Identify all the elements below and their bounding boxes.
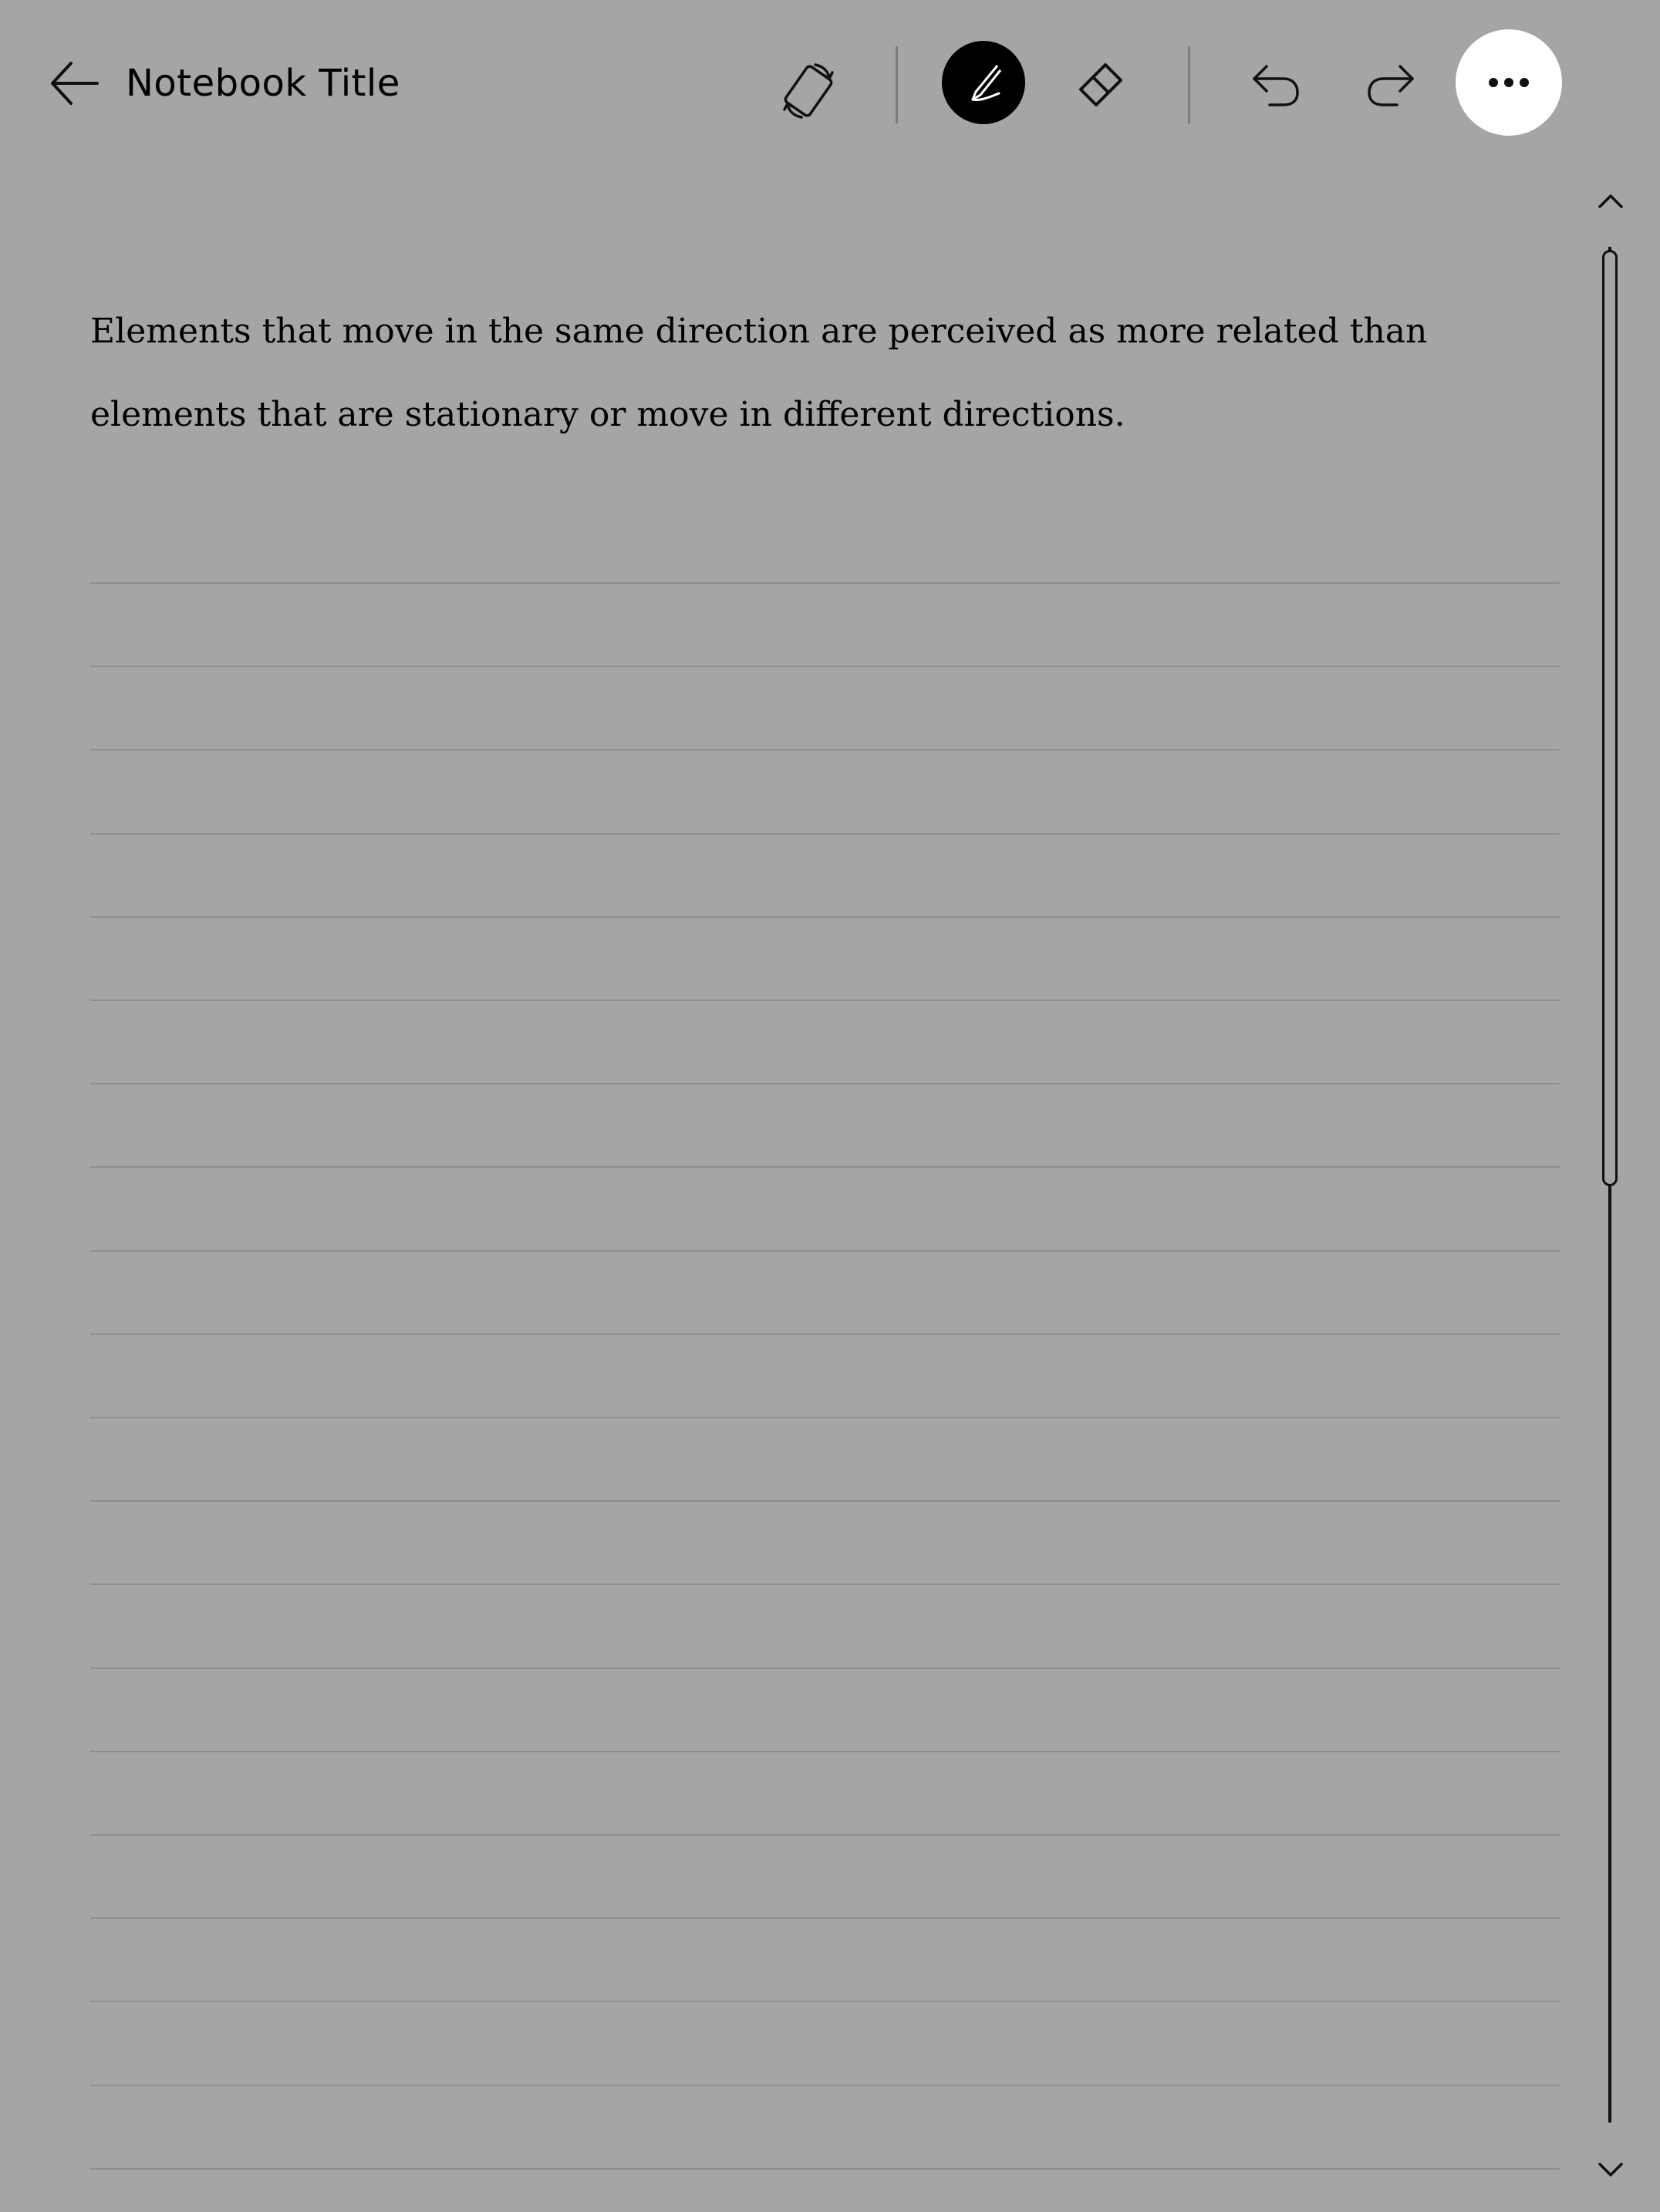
scrollbar-thumb[interactable] xyxy=(1602,250,1618,1186)
ruled-line xyxy=(90,1500,1560,1502)
ruled-line xyxy=(90,582,1560,584)
ruled-line xyxy=(90,2168,1560,2170)
undo-button[interactable] xyxy=(1250,62,1302,110)
ruled-line xyxy=(90,749,1560,750)
ruled-line xyxy=(90,1250,1560,1252)
rotate-icon xyxy=(783,63,834,119)
ruled-line xyxy=(90,1834,1560,1836)
more-options-button[interactable] xyxy=(1456,29,1562,136)
page-text: Elements that move in the same direction… xyxy=(90,312,1428,434)
ruled-line xyxy=(90,916,1560,918)
ruled-line xyxy=(90,833,1560,835)
redo-icon xyxy=(1368,65,1414,106)
ruled-line xyxy=(90,2001,1560,2002)
top-toolbar: Notebook Title xyxy=(0,0,1660,170)
ruled-line xyxy=(90,1917,1560,1919)
back-button[interactable] xyxy=(46,56,102,111)
pen-icon xyxy=(971,65,1002,101)
ruled-line xyxy=(90,1751,1560,1752)
toolbar-divider xyxy=(896,46,898,123)
redo-button[interactable] xyxy=(1365,62,1417,110)
notebook-title: Notebook Title xyxy=(126,62,400,105)
rotate-screen-button[interactable] xyxy=(777,59,840,122)
undo-icon xyxy=(1253,65,1299,106)
ruled-line xyxy=(90,1000,1560,1001)
scroll-up-icon[interactable] xyxy=(1595,188,1626,213)
ruled-line xyxy=(90,1667,1560,1669)
more-icon xyxy=(1489,78,1529,87)
toolbar-divider xyxy=(1188,46,1190,123)
scroll-down-icon[interactable] xyxy=(1595,2158,1626,2183)
eraser-icon xyxy=(1079,63,1122,106)
eraser-tool-button[interactable] xyxy=(1075,60,1125,111)
ruled-line xyxy=(90,1166,1560,1168)
ruled-line xyxy=(90,1417,1560,1418)
ruled-line xyxy=(90,2085,1560,2086)
pen-tool-button[interactable] xyxy=(942,41,1025,124)
back-arrow-icon xyxy=(51,62,99,105)
ruled-line xyxy=(90,1583,1560,1585)
ruled-line xyxy=(90,666,1560,667)
ruled-line xyxy=(90,1083,1560,1084)
ruled-line xyxy=(90,1334,1560,1335)
notebook-page[interactable]: Elements that move in the same direction… xyxy=(90,231,1560,2212)
